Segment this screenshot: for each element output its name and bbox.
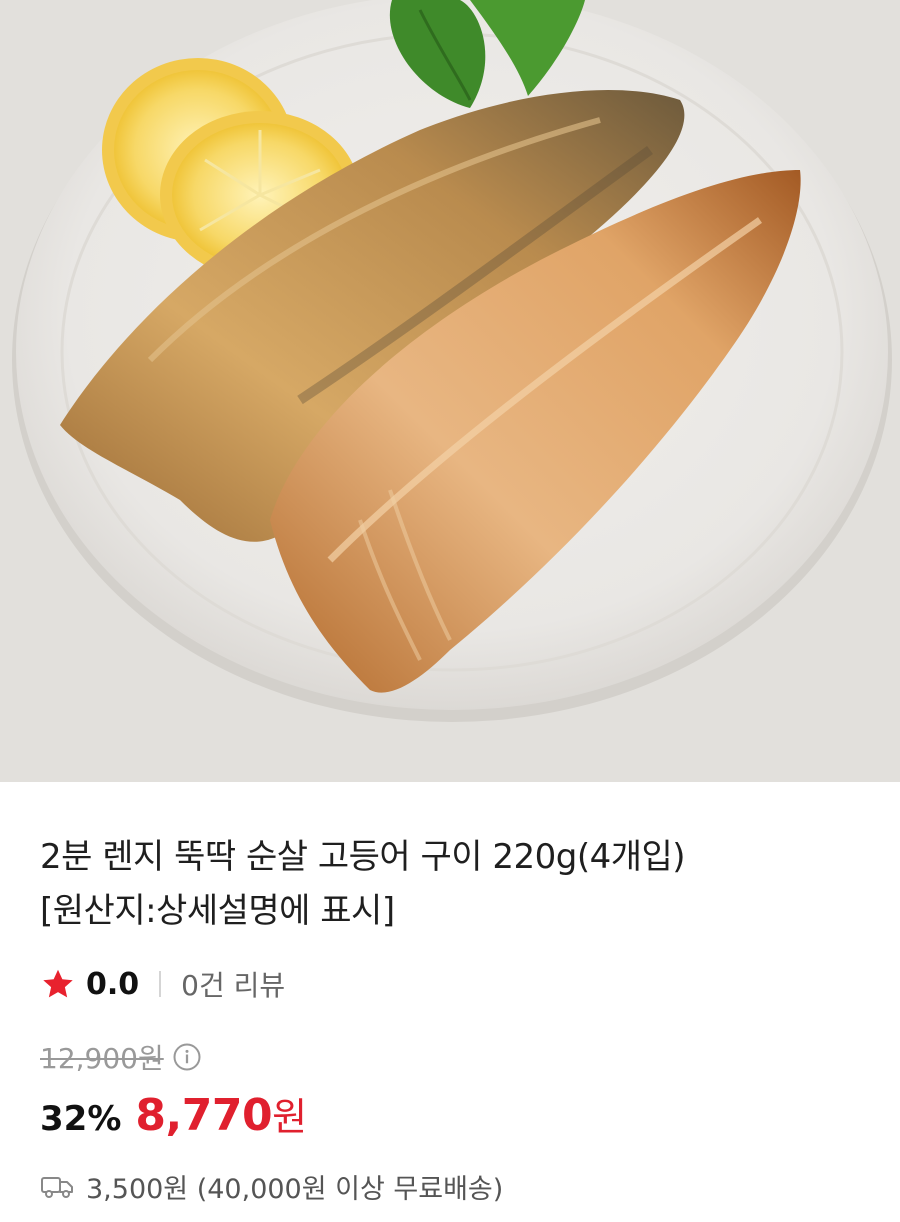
discount-rate: 32% (40, 1099, 122, 1139)
shipping-info: 3,500원 (40,000원 이상 무료배송) (86, 1173, 504, 1205)
product-title: 2분 렌지 뚝딱 순살 고등어 구이 220g(4개입) [원산지:상세설명에 … (40, 830, 860, 938)
rating-value: 0.0 (86, 966, 140, 1002)
truck-icon (41, 1177, 73, 1198)
product-title-line1: 2분 렌지 뚝딱 순살 고등어 구이 220g(4개입) (40, 837, 686, 877)
product-title-line2: [원산지:상세설명에 표시] (40, 891, 395, 931)
rating-divider (159, 971, 162, 997)
info-icon[interactable] (172, 1042, 202, 1072)
review-count-link[interactable]: 0건 리뷰 (181, 964, 285, 1004)
original-price: 12,900원 (40, 1042, 164, 1075)
product-image[interactable] (0, 0, 900, 782)
star-icon (43, 969, 73, 998)
shipping-row: 3,500원 (40,000원 이상 무료배송) (40, 1166, 503, 1206)
sale-price-unit: 원 (272, 1095, 308, 1139)
original-price-row: 12,900원 (40, 1039, 202, 1075)
sale-price: 8,770 (135, 1090, 273, 1141)
rating-row[interactable]: 0.0 0건 리뷰 (40, 966, 285, 1002)
sale-price-row: 32% 8,770 원 (40, 1086, 307, 1146)
